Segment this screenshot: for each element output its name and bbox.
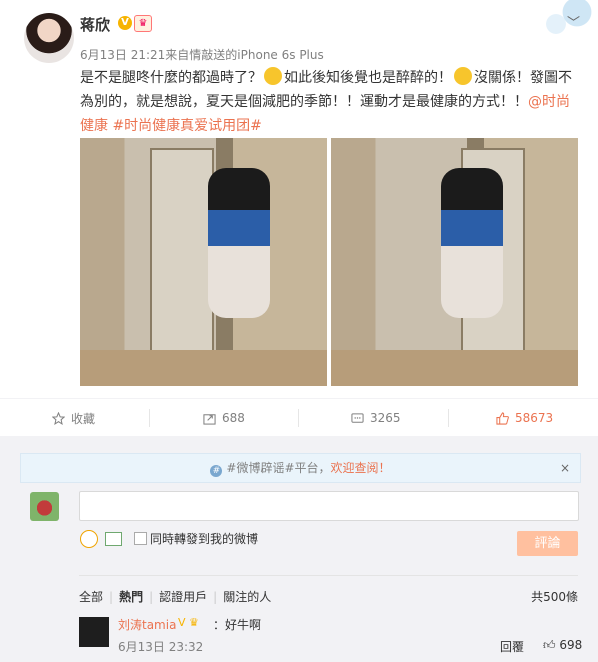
commenter-badges-icon: V ♛ [178,616,199,629]
post-photo-1[interactable] [80,138,327,386]
image-upload-icon[interactable] [105,532,122,546]
post-meta: 6月13日 21:21来自情敲送的iPhone 6s Plus [80,48,324,62]
repost-count: 688 [222,411,245,425]
reply-button[interactable]: 回覆 [500,638,524,655]
star-icon [52,411,65,425]
comment-total: 共500條 [531,590,578,604]
favorite-button[interactable]: 收藏 [52,399,95,437]
comment-input[interactable] [79,491,579,521]
post-text-part: 如此後知後覺也是醉醉的！ [284,70,452,86]
photo-figure [208,168,270,318]
notice-link[interactable]: 欢迎查阅！ [331,461,391,475]
filter-all[interactable]: 全部 [79,590,103,604]
close-icon[interactable]: × [560,454,570,482]
current-user-avatar[interactable] [30,492,59,521]
photo-door [150,148,214,362]
filter-verified[interactable]: 認證用戶 [159,590,207,604]
also-repost-label[interactable]: 同時轉發到我的微博 [150,530,258,547]
post-action-bar: 收藏 688 3265 58673 [0,398,598,437]
author-avatar[interactable] [24,13,74,63]
info-icon: # [210,465,223,477]
sweat-emoji-icon [264,67,282,85]
tongue-emoji-icon [454,67,472,85]
filter-separator: | [149,590,154,604]
notice-text: #微博辟谣#平台， [226,461,331,475]
action-divider [298,409,299,427]
filter-separator: | [213,590,218,604]
post-text-part: 是不是腿咚什麼的都過時了？ [80,70,262,86]
repost-icon [203,413,216,425]
comment-text: ：好牛啊 [213,618,262,632]
rumor-notice-bar[interactable]: # #微博辟谣#平台，欢迎查阅！ × [20,453,581,483]
photo-floor [331,350,578,386]
comment-button[interactable]: 3265 [351,399,401,437]
action-divider [448,409,449,427]
weibo-post: 蒋欣 V ♛ ﹀ 6月13日 21:21来自情敲送的iPhone 6s Plus… [0,0,598,400]
submit-comment-button[interactable]: 評論 [517,531,578,556]
filter-following[interactable]: 關注的人 [223,590,271,604]
vip-crown-icon[interactable]: ♛ [134,15,152,32]
action-divider [149,409,150,427]
filter-separator: | [109,590,114,604]
also-repost-checkbox[interactable] [134,532,147,545]
like-button[interactable]: 58673 [496,399,553,437]
emoji-picker-icon[interactable] [80,530,98,548]
comment-time: 6月13日 23:32 [118,640,204,654]
repost-button[interactable]: 688 [203,399,245,437]
thumbs-up-icon: 👍︎ [543,638,556,652]
like-count: 58673 [515,411,554,425]
verified-badge-icon: V [118,16,132,30]
divider [79,575,578,576]
comment-like-count: 698 [559,638,583,652]
comment-count: 3265 [370,411,401,425]
thumbs-up-icon [496,411,509,425]
card-decoration [528,0,598,40]
comment-section: # #微博辟谣#平台，欢迎查阅！ × 同時轉發到我的微博 評論 全部 | 熱門 | 認證用… [0,436,598,662]
commenter-avatar[interactable] [79,617,109,647]
comment-filters: 全部 | 熱門 | 認證用戶 | 關注的人 [79,588,277,605]
favorite-label: 收藏 [71,411,96,426]
photo-figure [441,168,503,318]
commenter-name[interactable]: 刘涛tamia [118,616,176,633]
author-name[interactable]: 蒋欣 [80,14,110,35]
filter-hot[interactable]: 熱門 [119,590,143,604]
post-text: 是不是腿咚什麼的都過時了？ 如此後知後覺也是醉醉的！ 沒關係！發圖不為別的，就是想說… [80,66,580,138]
chevron-down-icon[interactable]: ﹀ [567,12,580,31]
photo-floor [80,350,327,386]
post-photo-2[interactable] [331,138,578,386]
comment-icon [351,412,364,423]
comment-like-button[interactable]: 👍︎ 698 [543,638,582,653]
